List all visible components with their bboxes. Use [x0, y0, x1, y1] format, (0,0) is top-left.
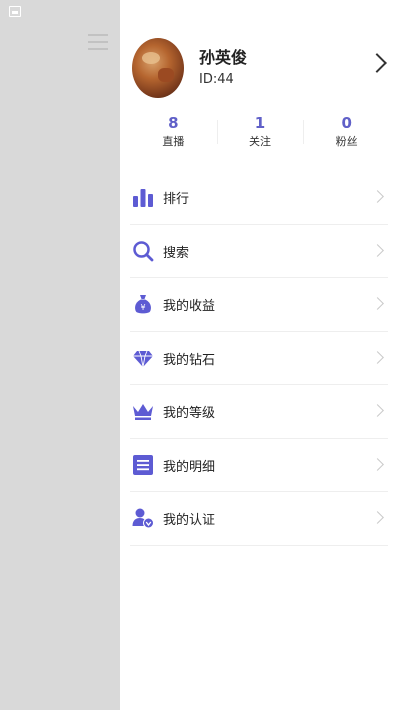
money-bag-icon: ¥ [135, 295, 151, 314]
menu-item-ranking[interactable]: 排行 [130, 171, 388, 225]
chevron-right-icon [371, 350, 384, 364]
stat-following[interactable]: 1 关注 [216, 112, 304, 156]
verified-user-icon [132, 508, 154, 529]
menu-item-label: 我的明细 [163, 459, 216, 475]
menu-item-label: 我的收益 [163, 299, 216, 314]
stat-fans[interactable]: 0 粉丝 [303, 112, 390, 156]
chevron-right-icon [371, 190, 384, 203]
chevron-right-icon [371, 404, 384, 417]
menu-item-label: 搜索 [163, 245, 190, 261]
chevron-right-icon [371, 457, 384, 471]
crown-icon [133, 404, 153, 420]
menu-item-label: 我的等级 [163, 406, 216, 421]
menu-item-label: 我的钻石 [163, 352, 216, 368]
profile-header[interactable]: 孙英俊 ID:44 [120, 0, 400, 105]
diamond-icon [133, 350, 153, 367]
menu-item-search[interactable]: 搜索 [130, 225, 388, 278]
stat-value: 8 [168, 114, 179, 132]
stat-value: 1 [254, 114, 266, 132]
document-list-icon [133, 454, 153, 475]
stat-label: 直播 [162, 135, 185, 148]
stat-label: 关注 [249, 135, 271, 148]
stat-value: 0 [341, 114, 352, 132]
menu-item-label: 排行 [163, 192, 190, 207]
chevron-right-icon [371, 511, 384, 524]
side-drawer: 孙英俊 ID:44 8 直播 1 关注 0 粉丝 排行 搜索 ¥ 我的收益 我的… [120, 0, 400, 710]
chevron-right-icon [371, 243, 384, 257]
username: 孙英俊 [199, 48, 248, 67]
menu-item-level[interactable]: 我的等级 [130, 385, 388, 439]
menu-item-label: 我的认证 [163, 513, 216, 528]
search-icon [133, 240, 154, 261]
avatar[interactable] [132, 38, 184, 98]
image-icon [9, 6, 21, 17]
stat-live[interactable]: 8 直播 [130, 112, 217, 156]
svg-text:¥: ¥ [140, 303, 145, 312]
menu-list: 排行 搜索 ¥ 我的收益 我的钻石 我的等级 我的明细 我的认证 [130, 171, 388, 546]
user-id: ID:44 [199, 72, 234, 87]
bar-chart-icon [133, 189, 153, 207]
menu-item-earnings[interactable]: ¥ 我的收益 [130, 278, 388, 332]
menu-item-details[interactable]: 我的明细 [130, 439, 388, 492]
chevron-right-icon[interactable] [367, 53, 387, 73]
hamburger-menu-icon[interactable] [88, 34, 108, 50]
menu-item-diamonds[interactable]: 我的钻石 [130, 332, 388, 385]
stats-bar: 8 直播 1 关注 0 粉丝 [130, 112, 390, 156]
menu-item-verification[interactable]: 我的认证 [130, 492, 388, 546]
stat-label: 粉丝 [335, 135, 358, 148]
chevron-right-icon [371, 297, 384, 310]
backdrop-panel[interactable] [0, 0, 120, 710]
